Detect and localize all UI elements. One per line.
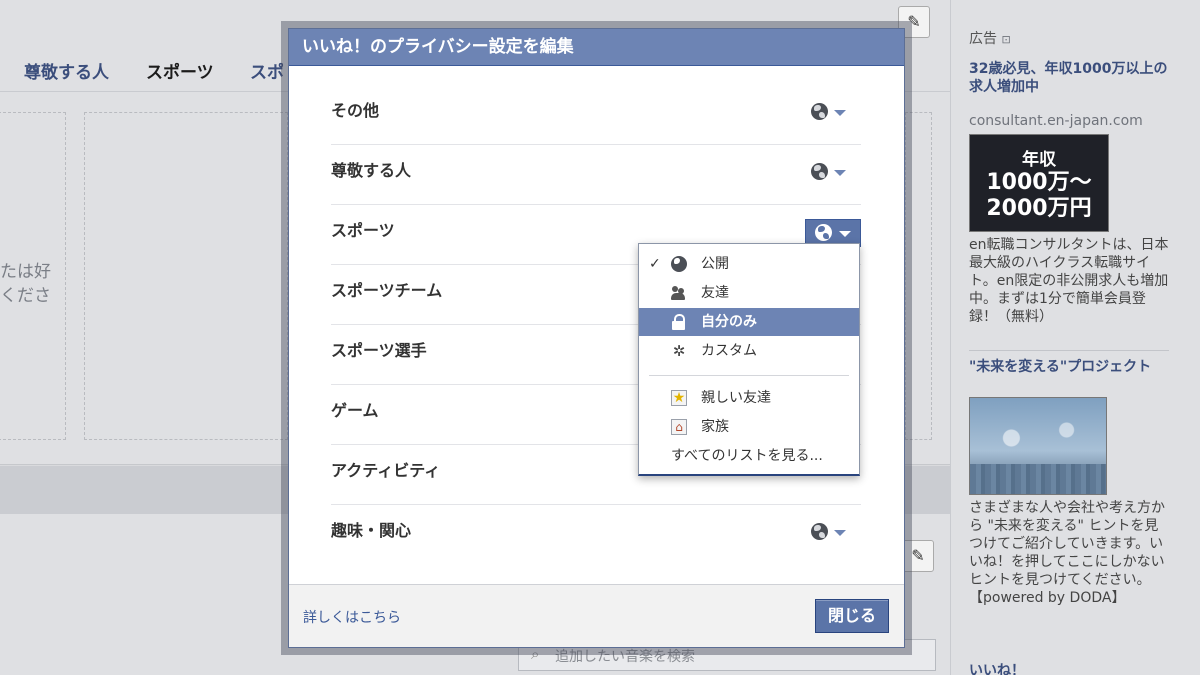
ad1-body: en転職コンサルタントは、日本最大級のハイクラス転職サイト。en限定の非公開求人…	[969, 237, 1169, 325]
menu-item-family[interactable]: ⌂ 家族	[639, 413, 859, 441]
placeholder-box	[905, 112, 932, 440]
dialog-title: いいね！のプライバシー設定を編集	[289, 29, 904, 66]
globe-icon	[815, 224, 832, 241]
check-icon: ✓	[649, 256, 661, 272]
globe-icon	[671, 256, 687, 272]
caret-down-icon	[834, 170, 846, 176]
ad2-image[interactable]	[969, 397, 1107, 495]
globe-icon	[811, 163, 828, 180]
audience-selector[interactable]	[811, 521, 851, 543]
globe-icon	[811, 103, 828, 120]
lock-icon	[671, 314, 687, 330]
star-icon: ★	[671, 390, 687, 406]
ad2-body: さまざまな人や会社や考え方から "未来を変える" ヒントを見つけてご紹介していき…	[969, 500, 1165, 606]
category-label: スポーツ	[331, 221, 395, 240]
caret-down-icon	[834, 530, 846, 536]
ad1-title[interactable]: 32歳必見、年収1000万以上の求人増加中	[969, 60, 1174, 96]
friends-icon	[671, 285, 687, 301]
tab-respected-people[interactable]: 尊敬する人	[24, 58, 109, 83]
audience-dropdown-menu: ✓ 公開 友達 自分のみ ✲ カスタム ★ 親しい友達 ⌂ 家族 すべてのリスト…	[638, 243, 860, 476]
ads-sidebar: 広告 ⊡ 32歳必見、年収1000万以上の求人増加中 consultant.en…	[950, 0, 1200, 675]
home-icon: ⌂	[671, 419, 687, 435]
menu-item-public[interactable]: ✓ 公開	[639, 250, 859, 278]
placeholder-box	[84, 112, 288, 440]
ad2-title[interactable]: "未来を変える"プロジェクト	[969, 358, 1174, 376]
caret-down-icon	[834, 110, 846, 116]
gear-icon: ✲	[672, 342, 686, 360]
category-label: ゲーム	[331, 401, 379, 420]
menu-item-close-friends[interactable]: ★ 親しい友達	[639, 384, 859, 412]
ad1-image[interactable]: 年収 1000万～ 2000万円	[969, 134, 1109, 232]
globe-icon	[811, 523, 828, 540]
tab-sports-more[interactable]: スポ	[250, 58, 284, 83]
category-label: 趣味・関心	[331, 521, 412, 540]
audience-selector[interactable]	[811, 101, 851, 123]
category-row-respected-people: 尊敬する人	[331, 145, 861, 205]
ads-header: 広告 ⊡	[969, 31, 1011, 47]
category-label: その他	[331, 101, 380, 120]
category-row-other: その他	[331, 85, 861, 145]
edit-pencil-icon[interactable]: ✎	[902, 540, 934, 572]
caret-down-icon	[839, 231, 851, 237]
category-label: スポーツチーム	[331, 281, 443, 300]
menu-item-custom[interactable]: ✲ カスタム	[639, 337, 859, 365]
close-button[interactable]: 閉じる	[815, 599, 889, 633]
ad1-url[interactable]: consultant.en-japan.com	[969, 113, 1143, 129]
learn-more-link[interactable]: 詳しくはこちら	[303, 607, 401, 627]
category-label: スポーツ選手	[331, 341, 427, 360]
dialog-footer: 詳しくはこちら 閉じる	[289, 584, 904, 647]
category-label: 尊敬する人	[331, 161, 412, 180]
menu-item-only-me[interactable]: 自分のみ	[639, 308, 859, 336]
category-row-interests: 趣味・関心	[331, 505, 861, 565]
menu-item-friends[interactable]: 友達	[639, 279, 859, 307]
ad2-like-link[interactable]: いいね！	[969, 660, 1025, 675]
category-label: アクティビティ	[331, 461, 441, 480]
tab-sports[interactable]: スポーツ	[146, 58, 214, 83]
menu-item-see-all-lists[interactable]: すべてのリストを見る...	[639, 442, 859, 470]
ad-choices-icon[interactable]: ⊡	[1001, 33, 1010, 46]
ad-separator	[969, 350, 1169, 351]
background-hint-text: たは好 くださ	[0, 262, 51, 306]
menu-divider	[649, 375, 849, 376]
audience-selector[interactable]	[811, 161, 851, 183]
